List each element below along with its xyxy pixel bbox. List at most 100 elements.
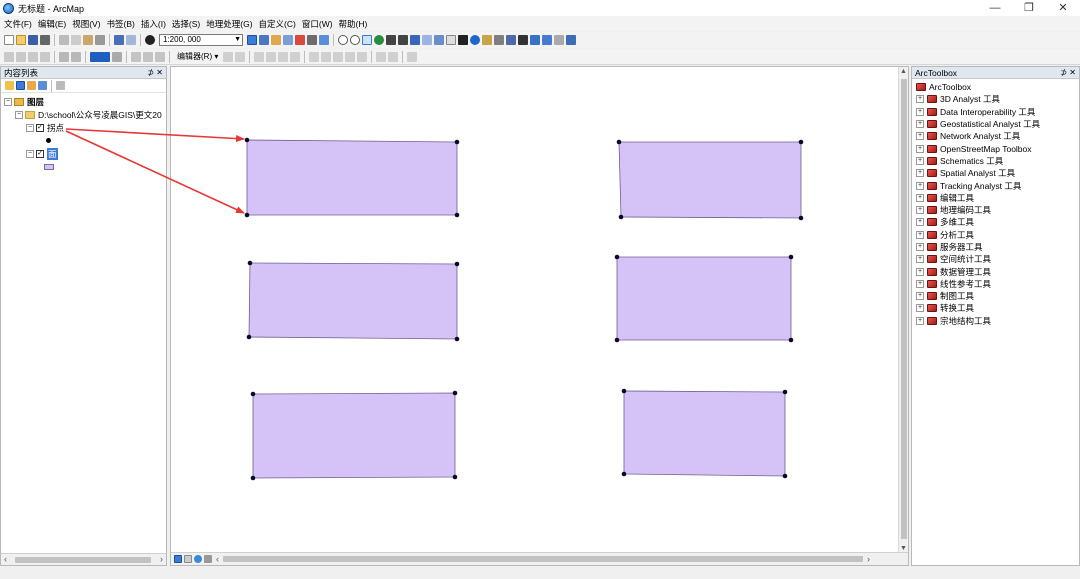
vertex-point[interactable] <box>621 471 627 477</box>
chevron-down-icon[interactable] <box>112 51 122 62</box>
toolbox-item[interactable]: + 制图工具 <box>912 290 1079 302</box>
expand-icon[interactable]: + <box>916 144 924 153</box>
expand-icon[interactable]: + <box>916 107 924 116</box>
toolbox-item[interactable]: + Network Analyst 工具 <box>912 130 1079 142</box>
georef-icon[interactable] <box>4 51 14 62</box>
map-vertical-scrollbar[interactable]: ▲ ▼ <box>898 67 908 553</box>
catalog-icon[interactable] <box>271 35 281 45</box>
layout-zoom-icon[interactable] <box>16 51 26 62</box>
vertex-point[interactable] <box>618 214 624 220</box>
split-icon[interactable] <box>345 51 356 62</box>
fixed-zoom-out-icon[interactable] <box>398 35 408 45</box>
draw-text-icon[interactable] <box>143 51 153 62</box>
vertex-point[interactable] <box>244 212 250 218</box>
toolbox-item[interactable]: + 数据管理工具 <box>912 265 1079 277</box>
pause-drawing-icon[interactable] <box>204 555 212 563</box>
scroll-left-icon[interactable]: ‹ <box>4 554 7 565</box>
menu-help[interactable]: 帮助(H) <box>339 18 368 30</box>
toolbox-item[interactable]: + 空间统计工具 <box>912 253 1079 265</box>
maximize-button[interactable]: ❐ <box>1012 0 1046 16</box>
vertex-point[interactable] <box>621 388 627 394</box>
collapse-icon[interactable]: − <box>4 97 12 106</box>
attribute-table-icon[interactable] <box>59 51 69 62</box>
map-horizontal-scrollbar-thumb[interactable] <box>223 556 863 562</box>
cut-icon[interactable] <box>59 35 69 45</box>
list-by-source-icon[interactable] <box>16 81 25 90</box>
model-builder-icon[interactable] <box>319 35 329 45</box>
measure-icon[interactable] <box>506 35 516 45</box>
vertex-point[interactable] <box>798 139 804 145</box>
expand-icon[interactable]: + <box>916 279 924 288</box>
paste-icon[interactable] <box>83 35 93 45</box>
collapse-icon[interactable]: − <box>15 110 23 119</box>
route-icon[interactable] <box>530 35 540 45</box>
menu-insert[interactable]: 插入(I) <box>141 18 166 30</box>
new-document-icon[interactable] <box>4 35 14 45</box>
search-window-icon[interactable] <box>283 35 293 45</box>
print-icon[interactable] <box>40 35 50 45</box>
toolbox-item[interactable]: + 分析工具 <box>912 229 1079 241</box>
create-viewer-icon[interactable] <box>566 35 576 45</box>
straight-segment-icon[interactable] <box>254 51 265 62</box>
arctoolbox-pin-close[interactable]: ⊅ ✕ <box>1060 67 1076 79</box>
scroll-right-icon[interactable]: › <box>160 554 163 565</box>
draw-line-icon[interactable] <box>155 51 165 62</box>
menu-bookmarks[interactable]: 书签(B) <box>107 18 135 30</box>
expand-icon[interactable]: + <box>916 267 924 276</box>
expand-icon[interactable]: + <box>916 132 924 141</box>
vertex-point[interactable] <box>614 254 620 260</box>
polygon-feature[interactable] <box>252 392 456 479</box>
attributes-window-icon[interactable] <box>376 51 387 62</box>
scrollbar-thumb[interactable] <box>15 557 151 563</box>
map-canvas[interactable] <box>171 67 898 553</box>
toolbox-item[interactable]: + 多维工具 <box>912 216 1079 228</box>
draw-rectangle-icon[interactable] <box>131 51 141 62</box>
cut-polygons-icon[interactable] <box>333 51 344 62</box>
rotate-icon[interactable] <box>357 51 368 62</box>
editor-menu-button[interactable]: 编辑器(R) ▾ <box>177 51 218 62</box>
layout-extent-icon[interactable] <box>40 51 50 62</box>
trace-icon[interactable] <box>278 51 289 62</box>
expand-icon[interactable]: + <box>916 181 924 190</box>
layer-point-node[interactable]: − ✓ 拐点 <box>4 121 166 134</box>
vertex-point[interactable] <box>788 254 794 260</box>
toolbox-item[interactable]: + 地理编码工具 <box>912 204 1079 216</box>
vertex-point[interactable] <box>454 261 460 267</box>
layer-visibility-checkbox[interactable]: ✓ <box>36 149 44 158</box>
menu-customize[interactable]: 自定义(C) <box>259 18 296 30</box>
toolbox-item[interactable]: +3D Analyst 工具 <box>912 93 1079 105</box>
polygon-feature[interactable] <box>248 262 458 340</box>
expand-icon[interactable]: + <box>916 218 924 227</box>
menu-view[interactable]: 视图(V) <box>72 18 100 30</box>
layout-view-icon[interactable] <box>184 555 192 563</box>
list-by-visibility-icon[interactable] <box>27 81 36 90</box>
expand-icon[interactable]: + <box>916 169 924 178</box>
vertex-point[interactable] <box>782 473 788 479</box>
toolbox-item[interactable]: + 转换工具 <box>912 302 1079 314</box>
editor-toolbar-icon[interactable] <box>247 35 257 45</box>
expand-icon[interactable]: + <box>916 193 924 202</box>
expand-icon[interactable]: + <box>916 156 924 165</box>
menu-selection[interactable]: 选择(S) <box>172 18 200 30</box>
toolbox-item[interactable]: + Spatial Analyst 工具 <box>912 167 1079 179</box>
expand-icon[interactable]: + <box>916 316 924 325</box>
redo-icon[interactable] <box>126 35 136 45</box>
save-icon[interactable] <box>28 35 38 45</box>
end-point-arc-icon[interactable] <box>266 51 277 62</box>
menu-file[interactable]: 文件(F) <box>4 18 32 30</box>
sketch-properties-icon[interactable] <box>388 51 399 62</box>
vertex-point[interactable] <box>244 137 250 143</box>
toolbox-item[interactable]: + 服务器工具 <box>912 241 1079 253</box>
vertex-point[interactable] <box>616 139 622 145</box>
vertex-point[interactable] <box>454 212 460 218</box>
copy-icon[interactable] <box>71 35 81 45</box>
collapse-icon[interactable]: − <box>26 149 34 158</box>
identify-icon[interactable] <box>470 35 480 45</box>
fixed-zoom-in-icon[interactable] <box>386 35 396 45</box>
folder-node[interactable]: − D:\school\公众号凌晨GIS\更文20 <box>4 108 166 121</box>
clear-selection-icon[interactable] <box>446 35 456 45</box>
scrollbar-thumb[interactable] <box>901 79 907 539</box>
vertex-point[interactable] <box>246 334 252 340</box>
toc-pin-close[interactable]: ⊅ ✕ <box>147 67 163 79</box>
vertex-point[interactable] <box>247 260 253 266</box>
